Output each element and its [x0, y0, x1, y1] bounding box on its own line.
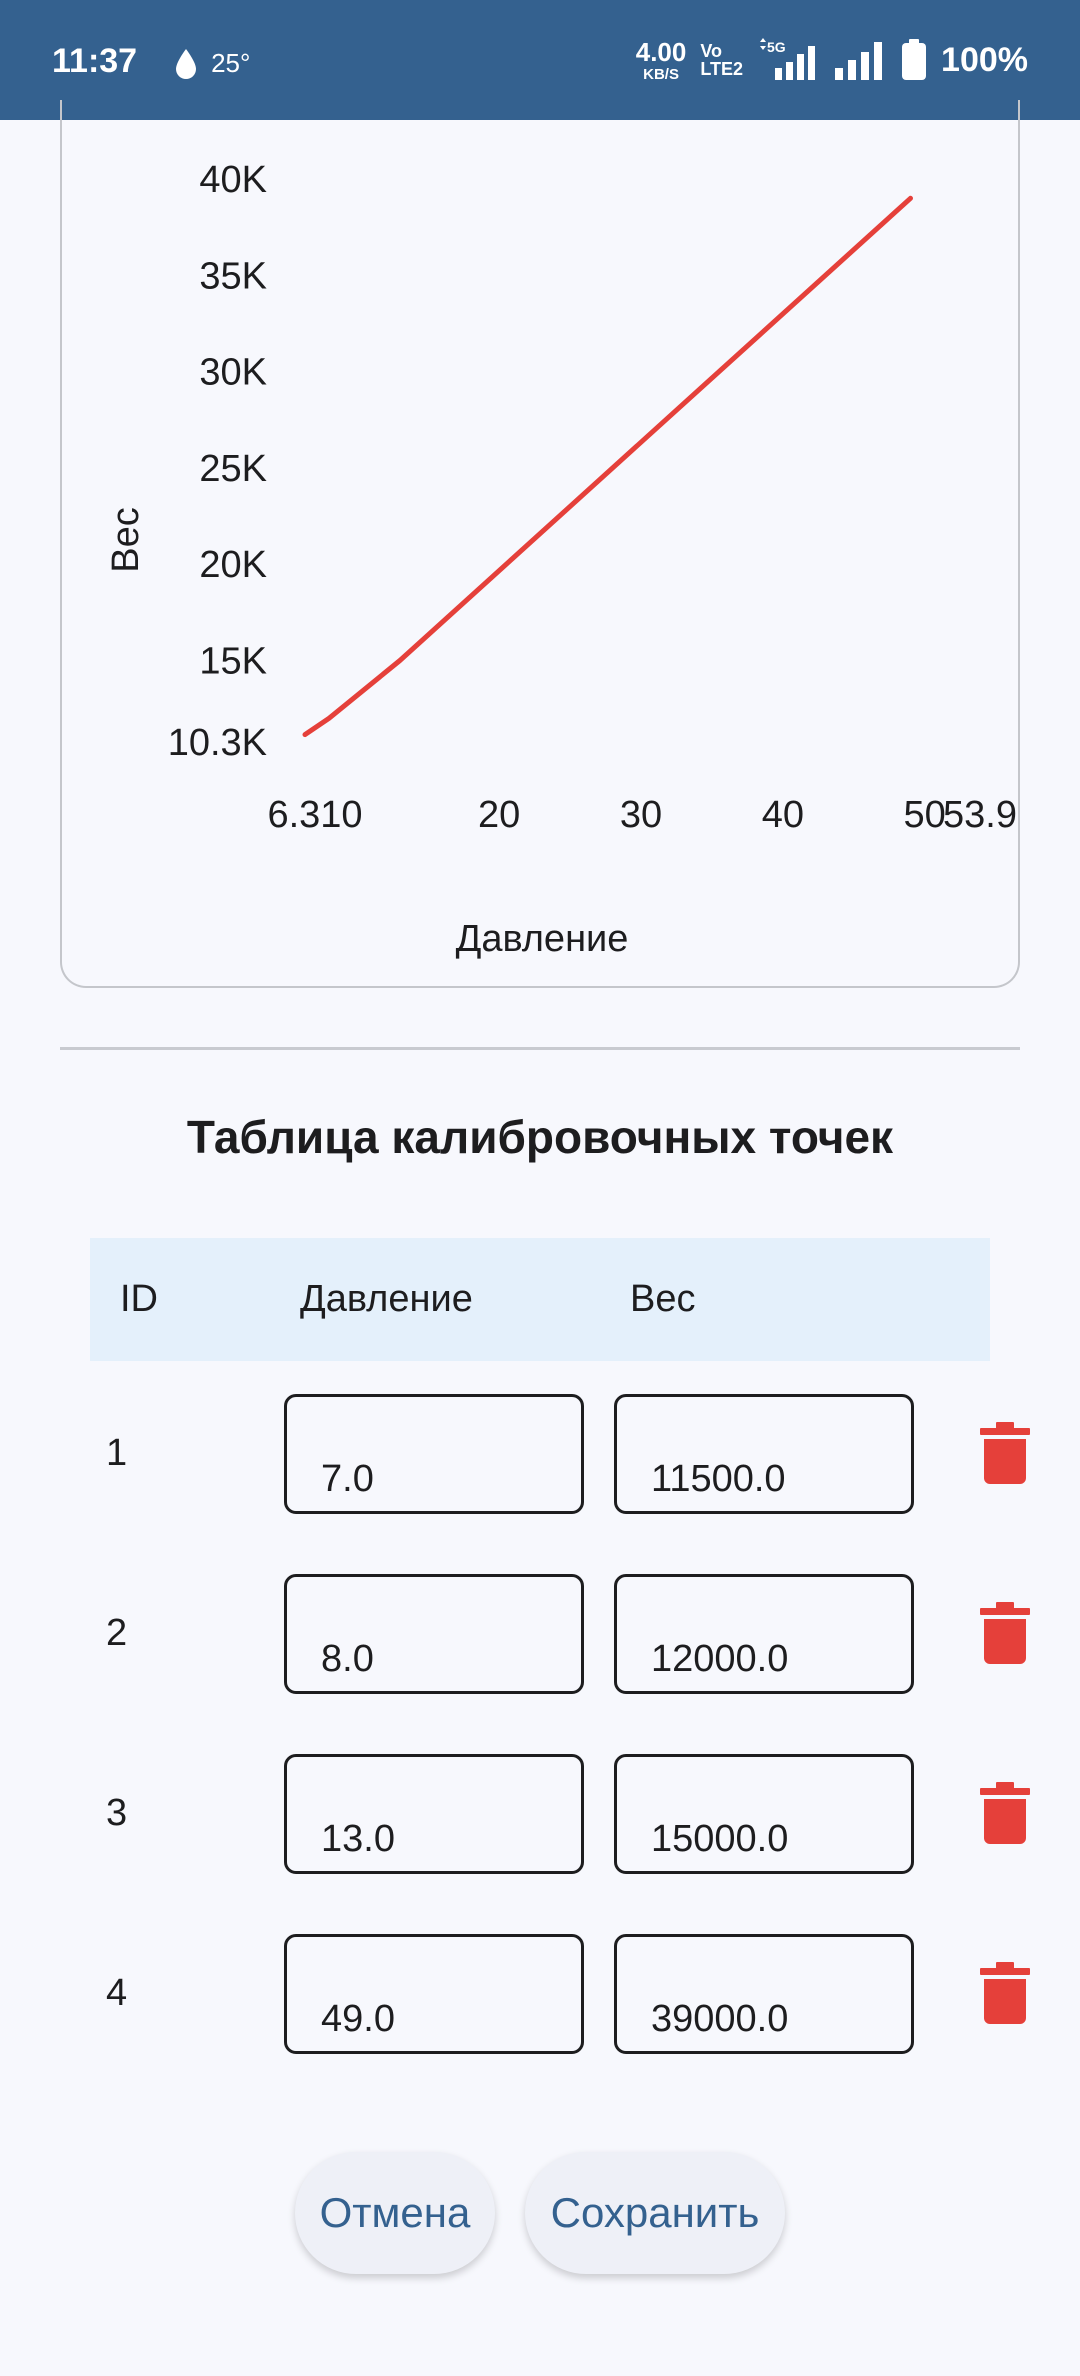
water-drop-icon [176, 49, 197, 79]
weight-input[interactable] [614, 1934, 914, 2054]
x-tick-label: 53.9 [943, 794, 1017, 836]
y-tick-label: 15K [199, 640, 267, 682]
table-header: ID Давление Вес [90, 1238, 990, 1361]
pressure-input[interactable] [284, 1574, 584, 1694]
signal-5g-icon: 5G [760, 38, 816, 80]
svg-text:5G: 5G [767, 39, 786, 55]
table-row: 3 [0, 1754, 1080, 1874]
battery-icon [902, 39, 927, 80]
y-tick-label: 30K [199, 352, 267, 394]
battery-percent: 100% [941, 40, 1028, 79]
y-tick-label: 20K [199, 544, 267, 586]
x-tick-label: 6.310 [267, 794, 362, 836]
trash-icon[interactable] [980, 1782, 1030, 1844]
table-row: 2 [0, 1574, 1080, 1694]
x-tick-label: 40 [762, 794, 804, 836]
save-button[interactable]: Сохранить [525, 2152, 785, 2274]
y-tick-label: 25K [199, 448, 267, 490]
chart-card: 40K 35K 30K 25K 20K 15K 10.3K 6.310 20 30 40 50 53.9… [60, 100, 1020, 988]
row-id: 3 [106, 1792, 128, 1834]
net-speed: 4.00 KB/S [635, 36, 687, 83]
header-id: ID [120, 1278, 158, 1320]
trash-icon[interactable] [980, 1602, 1030, 1664]
pressure-input[interactable] [284, 1934, 584, 2054]
row-id: 1 [106, 1432, 128, 1474]
status-temperature: 25° [211, 47, 251, 78]
x-axis-label: Давление [456, 918, 629, 960]
series-line [302, 195, 913, 738]
pressure-input[interactable] [284, 1394, 584, 1514]
weight-input[interactable] [614, 1394, 914, 1514]
y-axis-label: Вес [105, 507, 147, 572]
y-tick-label: 35K [199, 255, 267, 297]
x-tick-label: 50 [904, 794, 946, 836]
y-tick-label: 40K [199, 159, 267, 201]
table-title: Таблица калибровочных точек [186, 1111, 894, 1163]
status-time: 11:37 [52, 41, 138, 80]
weight-input[interactable] [614, 1574, 914, 1694]
table-row: 4 [0, 1934, 1080, 2054]
row-id: 2 [106, 1612, 128, 1654]
divider [60, 1047, 1020, 1050]
trash-icon[interactable] [980, 1962, 1030, 2024]
x-tick-label: 20 [478, 794, 520, 836]
header-weight: Вес [630, 1278, 696, 1320]
x-tick-label: 30 [620, 794, 662, 836]
trash-icon[interactable] [980, 1422, 1030, 1484]
cancel-button[interactable]: Отмена [295, 2152, 495, 2274]
header-pressure: Давление [300, 1278, 473, 1320]
y-tick-label: 10.3K [168, 722, 267, 764]
pressure-input[interactable] [284, 1754, 584, 1874]
volte-indicator: Vo LTE2 [700, 41, 744, 79]
row-id: 4 [106, 1972, 128, 2014]
signal-icon [835, 42, 883, 80]
table-row: 1 [0, 1394, 1080, 1514]
weight-input[interactable] [614, 1754, 914, 1874]
line-chart: 40K 35K 30K 25K 20K 15K 10.3K6.310 20 30 40 5053.9… [105, 159, 1017, 960]
